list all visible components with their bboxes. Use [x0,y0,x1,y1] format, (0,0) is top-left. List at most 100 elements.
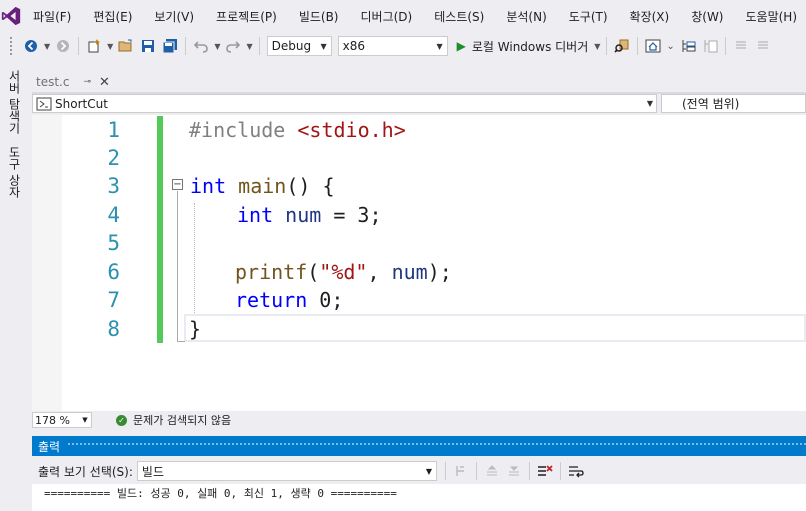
line-number: 4 [107,203,120,227]
previous-message-icon[interactable] [482,461,502,481]
code-text: ); [427,260,452,284]
function-name: printf [235,260,308,284]
save-all-icon[interactable] [160,36,180,56]
uncomment-lines-icon[interactable] [753,36,773,56]
toolbar-separator [606,37,608,55]
toolbar-separator [258,37,260,55]
include-header: <stdio.h> [297,118,406,142]
clear-all-icon[interactable] [535,461,555,481]
new-project-dropdown-icon[interactable]: ▼ [107,42,113,51]
menu-file[interactable]: 파일(F) [22,8,82,25]
line-number: 2 [107,146,120,170]
menu-project[interactable]: 프로젝트(P) [205,8,288,25]
run-label: 로컬 Windows 디버거 [471,39,589,54]
project-scope-select[interactable]: ShortCut ▼ [32,94,657,113]
code-line-3[interactable]: int main() { [190,172,335,200]
menu-tools[interactable]: 도구(T) [558,8,619,25]
zoom-value: 178 % [35,413,70,427]
back-dropdown-icon[interactable]: ▼ [44,42,50,51]
global-scope-value: (전역 범위) [682,97,740,111]
solution-platform-select[interactable]: x86 ▼ [337,36,448,56]
variable-name: num [285,203,322,227]
platform-value: x86 [342,39,365,53]
menu-view[interactable]: 보기(V) [143,8,205,25]
chevron-down-icon: ▼ [436,41,443,51]
redo-dropdown-icon[interactable]: ▼ [246,42,252,51]
navigate-back-icon[interactable] [21,36,41,56]
menu-analyze[interactable]: 분석(N) [495,8,557,25]
menu-debug[interactable]: 디버그(D) [350,8,424,25]
output-source-select[interactable]: 빌드 ▼ [136,461,437,481]
check-circle-icon: ✓ [116,414,127,426]
issues-indicator[interactable]: ✓ 문제가 검색되지 않음 [116,412,231,428]
side-tool-tabs: 서버 탐색기 도구 상자 [0,62,28,511]
undo-dropdown-icon[interactable]: ▼ [214,42,220,51]
collapse-icon[interactable]: − [172,179,183,190]
pin-icon[interactable]: ⊸ [83,77,91,87]
line-number: 1 [107,118,120,142]
outline-guide [177,191,178,341]
start-debugging-button[interactable]: ▶ 로컬 Windows 디버거 ▼ [457,38,603,55]
menu-help[interactable]: 도움말(H) [735,8,806,25]
next-message-icon[interactable] [504,461,524,481]
code-line-4[interactable]: int num = 3; [237,201,382,229]
word-wrap-icon[interactable] [566,461,586,481]
save-icon[interactable] [138,36,158,56]
code-line-6[interactable]: printf("%d", num); [235,258,452,286]
outline-icon[interactable] [678,36,698,56]
keyword: int [190,174,227,198]
menu-edit[interactable]: 편집(E) [82,8,143,25]
navigation-bar: ShortCut ▼ (전역 범위) [32,94,806,114]
standard-toolbar: ▼ ▼ ▼ ▼ Debug ▼ x86 ▼ ▶ 로컬 Windows 디버거 ▼ [0,32,806,60]
comment-lines-icon[interactable] [731,36,751,56]
chevron-down-icon: ▼ [646,99,653,108]
find-in-files-icon[interactable] [612,36,632,56]
toolbar-separator [637,37,639,55]
menu-build[interactable]: 빌드(B) [288,8,350,25]
toolbar-separator [475,462,477,480]
chevron-down-icon: ▼ [320,41,327,51]
debug-target-dropdown-icon[interactable]: ▼ [594,42,600,51]
new-project-icon[interactable] [84,36,104,56]
menu-extensions[interactable]: 확장(X) [619,8,681,25]
toolbox-tab[interactable]: 도구 상자 [6,146,23,198]
global-scope-select[interactable]: (전역 범위) [661,94,806,113]
close-icon[interactable]: ✕ [99,75,110,90]
navigate-forward-icon[interactable] [53,36,73,56]
output-panel-header[interactable]: 출력 [32,436,806,456]
panel-grip[interactable] [68,443,806,449]
open-file-icon[interactable] [116,36,136,56]
code-line-1[interactable]: #include <stdio.h> [189,116,406,144]
preprocessor-directive: #include [189,118,286,142]
solution-configuration-select[interactable]: Debug ▼ [266,36,332,56]
project-icon [36,97,52,111]
server-explorer-tab[interactable]: 서버 탐색기 [6,70,23,134]
play-icon: ▶ [456,39,466,53]
home-window-icon[interactable] [643,36,663,56]
variable-name: num [391,260,428,284]
find-message-in-code-icon[interactable] [451,461,471,481]
undo-icon[interactable] [191,36,211,56]
menu-test[interactable]: 테스트(S) [423,8,495,25]
menu-bar: 파일(F) 편집(E) 보기(V) 프로젝트(P) 빌드(B) 디버그(D) 테… [0,0,806,32]
string-literal: "%d" [319,260,368,284]
visual-studio-logo-icon[interactable] [0,0,22,32]
toolbar-overflow-icon[interactable]: ⌄ [666,41,674,52]
output-toolbar: 출력 보기 선택(S): 빌드 ▼ [32,458,806,484]
zoom-level-select[interactable]: 178 % ▼ [32,412,92,428]
function-name: main [238,174,287,198]
code-line-8[interactable]: } [189,315,201,343]
menu-window[interactable]: 창(W) [680,8,734,25]
code-editor[interactable]: 1 2 3 4 5 6 7 8 − #include <stdio.h> int… [32,115,806,411]
outline-guide-end [177,341,185,342]
document-tab[interactable]: test.c ⊸ ✕ [32,71,114,93]
code-line-7[interactable]: return 0; [235,286,343,314]
output-text[interactable]: ========== 빌드: 성공 0, 실패 0, 최신 1, 생략 0 ==… [32,484,806,511]
toolbar-separator [78,37,80,55]
document-tab-filename: test.c [36,75,70,89]
toolbar-grip[interactable] [10,37,14,55]
indicator-margin[interactable] [32,115,62,411]
redo-icon[interactable] [223,36,243,56]
line-number: 8 [107,317,120,341]
outline-collapse-icon[interactable] [700,36,720,56]
